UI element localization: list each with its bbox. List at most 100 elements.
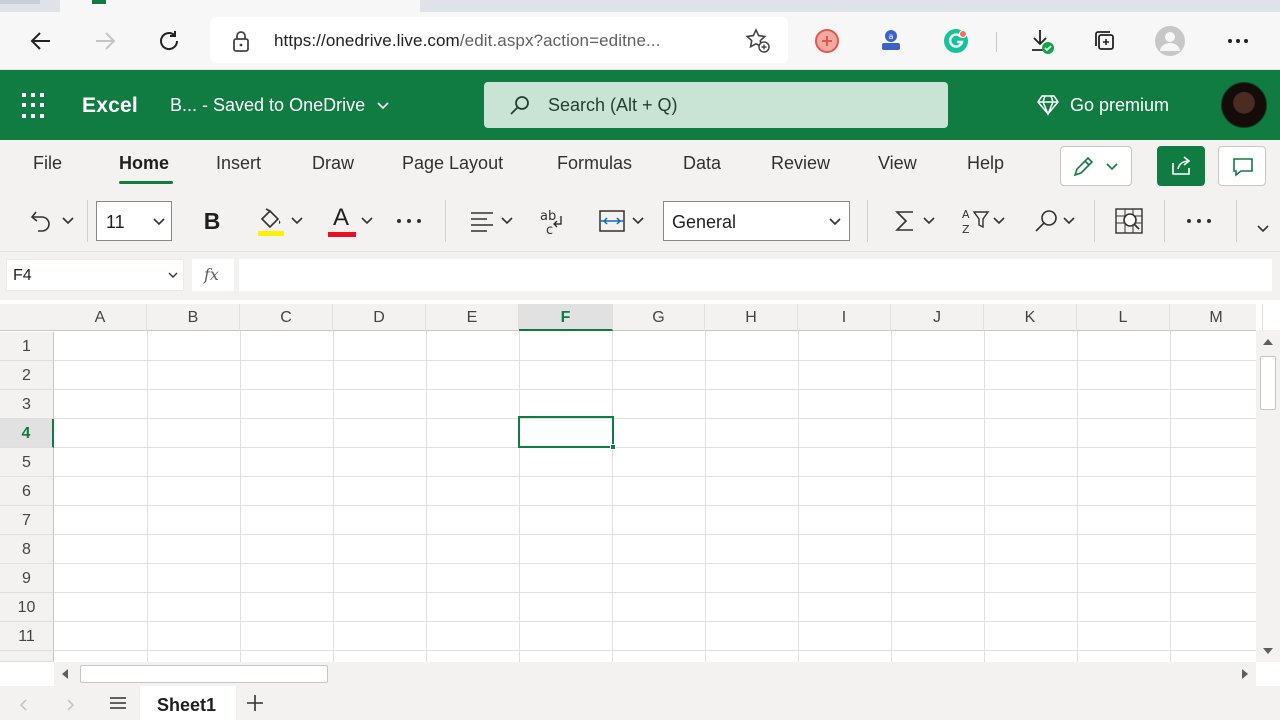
vertical-scroll-thumb[interactable] <box>1260 356 1276 410</box>
analyze-data-button[interactable] <box>1110 202 1148 240</box>
tab-file[interactable]: File <box>33 153 62 174</box>
column-header[interactable]: I <box>798 304 891 331</box>
all-sheets-button[interactable] <box>108 693 128 713</box>
formula-input[interactable] <box>239 259 1272 291</box>
merge-cells-button[interactable] <box>592 202 650 240</box>
extension-icon[interactable]: a <box>874 24 908 58</box>
active-tab-indicator <box>119 181 173 184</box>
column-header[interactable]: L <box>1077 304 1170 331</box>
wrap-text-icon: abc <box>540 209 562 236</box>
editing-mode-button[interactable] <box>1060 146 1132 186</box>
search-box[interactable]: Search (Alt + Q) <box>484 82 948 128</box>
row-header[interactable]: 8 <box>0 535 54 564</box>
tab-home[interactable]: Home <box>119 153 169 174</box>
find-button[interactable] <box>1026 202 1082 240</box>
fill-color-button[interactable] <box>252 202 308 240</box>
more-options-button[interactable] <box>1180 202 1218 240</box>
tab-data[interactable]: Data <box>683 153 721 174</box>
column-header[interactable]: H <box>705 304 798 331</box>
next-sheet-icon[interactable] <box>66 698 76 712</box>
column-header[interactable]: E <box>426 304 519 331</box>
extension-icon[interactable] <box>810 24 844 58</box>
undo-icon <box>30 211 50 232</box>
row-header[interactable]: 9 <box>0 564 54 593</box>
forward-icon[interactable] <box>88 24 122 58</box>
tab-view[interactable]: View <box>878 153 917 174</box>
tab-formulas[interactable]: Formulas <box>557 153 632 174</box>
refresh-icon[interactable] <box>152 24 186 58</box>
scroll-left-icon[interactable] <box>60 668 70 680</box>
tab-help[interactable]: Help <box>967 153 1004 174</box>
comments-button[interactable] <box>1218 146 1266 186</box>
column-header[interactable]: J <box>891 304 984 331</box>
avatar[interactable] <box>1221 82 1267 128</box>
wrap-text-button[interactable]: ab c <box>534 202 570 240</box>
vertical-scrollbar[interactable] <box>1256 330 1280 662</box>
tab-page-layout[interactable]: Page Layout <box>402 153 503 174</box>
chevron-down-icon <box>829 218 841 226</box>
document-title[interactable]: B... - Saved to OneDrive <box>170 95 390 116</box>
bold-button[interactable]: B <box>194 202 230 240</box>
column-header[interactable]: G <box>613 304 705 331</box>
browser-tab[interactable] <box>0 0 40 4</box>
share-button[interactable] <box>1157 146 1205 186</box>
font-size-select[interactable]: 11 <box>96 201 172 241</box>
insert-function-button[interactable]: fx <box>192 259 234 291</box>
favorite-add-icon[interactable] <box>744 27 772 60</box>
horizontal-scrollbar[interactable] <box>54 662 1256 686</box>
collections-icon[interactable] <box>1088 24 1122 58</box>
sort-filter-button[interactable]: AZ <box>955 202 1011 240</box>
previous-sheet-icon[interactable] <box>18 698 28 712</box>
name-box[interactable]: F4 <box>6 259 184 291</box>
row-header-selected[interactable]: 4 <box>0 419 54 448</box>
row-header[interactable]: 7 <box>0 506 54 535</box>
row-header[interactable]: 3 <box>0 390 54 419</box>
column-header[interactable]: A <box>54 304 147 331</box>
grammarly-icon[interactable] <box>939 24 973 58</box>
row-header[interactable]: 6 <box>0 477 54 506</box>
downloads-icon[interactable] <box>1024 24 1058 58</box>
svg-text:Z: Z <box>962 223 970 236</box>
expand-ribbon-button[interactable] <box>1252 218 1274 240</box>
scroll-up-icon[interactable] <box>1262 337 1274 347</box>
row-header[interactable]: 5 <box>0 448 54 477</box>
scroll-right-icon[interactable] <box>1240 668 1250 680</box>
column-header-selected[interactable]: F <box>519 304 613 331</box>
lock-icon[interactable] <box>230 29 252 58</box>
go-premium-button[interactable]: Go premium <box>1036 94 1169 116</box>
tab-review[interactable]: Review <box>771 153 830 174</box>
undo-button[interactable] <box>24 202 80 240</box>
column-header[interactable]: B <box>147 304 240 331</box>
active-cell[interactable] <box>518 416 616 450</box>
more-icon[interactable] <box>1221 24 1255 58</box>
row-header[interactable]: 11 <box>0 622 54 651</box>
column-header[interactable]: C <box>240 304 333 331</box>
app-launcher-icon[interactable] <box>22 93 48 119</box>
row-header-partial[interactable] <box>0 651 54 662</box>
row-header[interactable]: 10 <box>0 593 54 622</box>
align-button[interactable] <box>462 202 520 240</box>
scroll-down-icon[interactable] <box>1262 646 1274 656</box>
horizontal-scroll-thumb[interactable] <box>80 665 328 683</box>
back-icon[interactable] <box>24 24 58 58</box>
worksheet-grid[interactable]: A B C D E F G H I J K L M 1 2 3 4 5 6 7 … <box>0 300 1280 662</box>
tab-draw[interactable]: Draw <box>312 153 354 174</box>
number-format-select[interactable]: General <box>663 201 850 241</box>
column-header[interactable]: K <box>984 304 1077 331</box>
address-bar[interactable]: https://onedrive.live.com/edit.aspx?acti… <box>210 17 788 63</box>
column-header[interactable]: M <box>1170 304 1263 331</box>
more-font-options-button[interactable] <box>390 202 428 240</box>
browser-tab-active[interactable] <box>60 0 420 12</box>
row-header[interactable]: 2 <box>0 361 54 390</box>
profile-icon[interactable] <box>1153 24 1187 58</box>
row-header[interactable]: 1 <box>0 332 54 361</box>
svg-text:a: a <box>889 32 894 41</box>
app-name[interactable]: Excel <box>82 94 138 118</box>
sheet-tab-sheet1[interactable]: Sheet1 <box>140 686 236 720</box>
font-color-button[interactable]: A <box>322 202 378 240</box>
autosum-button[interactable] <box>886 202 942 240</box>
column-header[interactable]: D <box>333 304 426 331</box>
add-sheet-button[interactable] <box>244 692 266 714</box>
fill-handle[interactable] <box>610 444 616 450</box>
tab-insert[interactable]: Insert <box>216 153 261 174</box>
